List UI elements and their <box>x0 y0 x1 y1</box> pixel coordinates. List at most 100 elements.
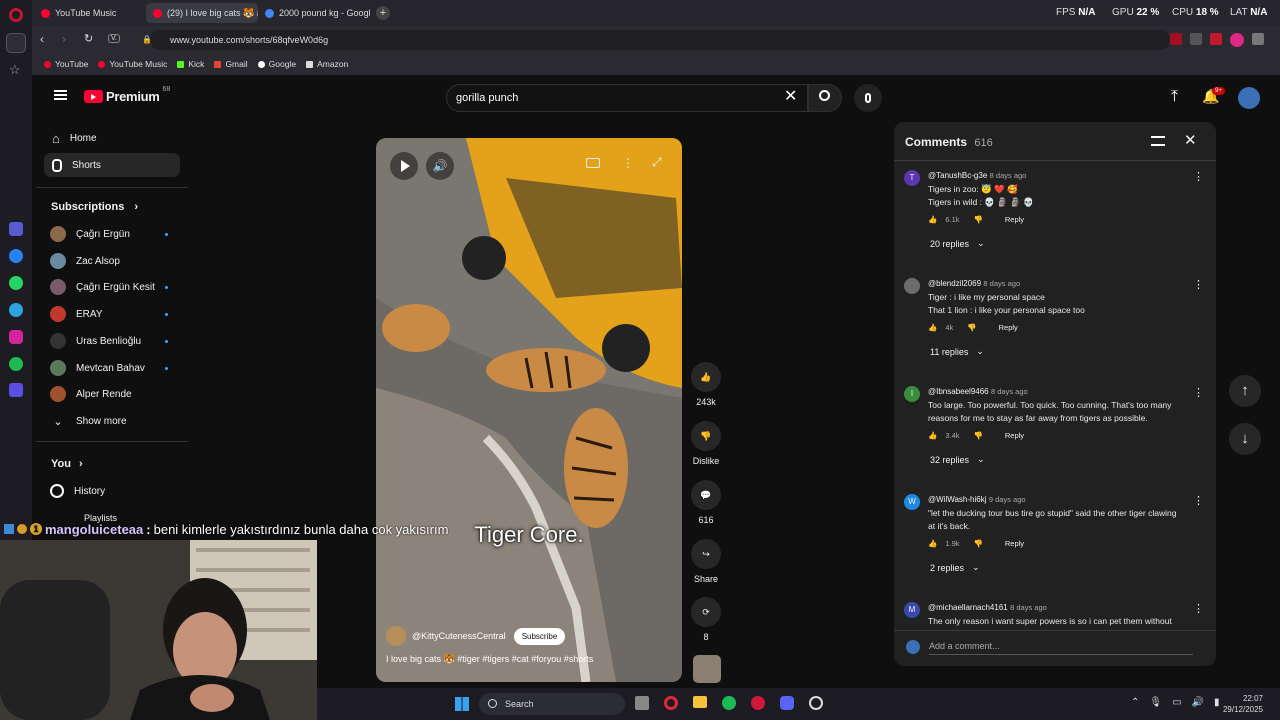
thumbs-up-icon[interactable]: 👍 <box>928 431 937 440</box>
scroll-up-button[interactable]: ↑ <box>1229 375 1261 407</box>
comment-avatar[interactable]: T <box>904 170 920 186</box>
upload-icon[interactable]: ⤒ <box>1171 88 1178 106</box>
thumbs-up-icon[interactable]: 👍 <box>928 215 937 224</box>
replies-toggle[interactable]: 32 replies ⌄ <box>930 454 1204 465</box>
reply-button[interactable]: Reply <box>1005 215 1024 224</box>
discord-icon[interactable] <box>780 696 794 710</box>
comment-author[interactable]: @Ibnsabeel9466 <box>928 387 989 396</box>
messenger-icon[interactable] <box>9 249 23 263</box>
comment-menu-icon[interactable]: ⋮ <box>1193 386 1204 440</box>
whatsapp-icon[interactable] <box>9 276 23 290</box>
channel-avatar[interactable] <box>386 626 406 646</box>
bookmark-google[interactable]: Google <box>257 59 296 69</box>
replies-toggle[interactable]: 2 replies ⌄ <box>930 562 1204 573</box>
captions-icon[interactable] <box>586 158 600 168</box>
tab-shorts[interactable]: (29) I love big cats 🐯 #ti <box>146 3 258 23</box>
subscription-item[interactable]: Uras Benlioğlu <box>50 331 180 351</box>
tab-google[interactable]: 2000 pound kg - Google'd <box>258 3 370 23</box>
subscriptions-header[interactable]: Subscriptions › <box>51 201 138 213</box>
url-field[interactable]: 🔒 www.youtube.com/shorts/68qfveW0d6g <box>142 30 1170 50</box>
close-icon[interactable]: ✕ <box>1184 131 1197 149</box>
extensions-icons[interactable] <box>1170 33 1264 47</box>
play-button[interactable] <box>390 152 418 180</box>
add-comment-input[interactable]: Add a comment... <box>929 641 1193 655</box>
comment-menu-icon[interactable]: ⋮ <box>1193 494 1204 548</box>
star-icon[interactable]: ☆ <box>9 62 21 78</box>
player-icon[interactable] <box>9 383 23 397</box>
channel-name[interactable]: @KittyCutenessCentral <box>412 631 506 641</box>
microphone-icon[interactable] <box>854 84 882 112</box>
clock[interactable]: 22:07 29/12/2025 <box>1215 693 1263 715</box>
bookmark-kick[interactable]: Kick <box>177 59 204 69</box>
comment-menu-icon[interactable]: ⋮ <box>1193 602 1204 628</box>
comment-avatar[interactable]: I <box>904 386 920 402</box>
replies-toggle[interactable]: 20 replies ⌄ <box>930 238 1204 249</box>
short-video-player[interactable]: 🔊 ⋮ ⤢ Tiger Core. @KittyCutenessCentral … <box>376 138 682 682</box>
you-header[interactable]: You › <box>51 458 83 470</box>
back-icon[interactable]: ‹ <box>40 32 44 46</box>
sidebar-item-home[interactable]: ⌂ Home <box>44 126 180 150</box>
comment-author[interactable]: @WilWash-hi6kj <box>928 495 987 504</box>
tab-youtube-music[interactable]: YouTube Music <box>34 3 146 23</box>
comment-menu-icon[interactable]: ⋮ <box>1193 278 1204 332</box>
subscription-item[interactable]: Çağrı Ergün Kesit <box>50 277 180 297</box>
search-input[interactable]: gorilla punch <box>446 84 810 112</box>
replies-toggle[interactable]: 11 replies ⌄ <box>930 346 1204 357</box>
share-button[interactable]: ↪ Share <box>690 539 722 584</box>
fullscreen-icon[interactable]: ⤢ <box>652 155 662 170</box>
menu-icon[interactable] <box>54 90 67 100</box>
sidebar-item-history[interactable]: History <box>50 481 180 501</box>
task-view-icon[interactable] <box>635 696 649 710</box>
sort-icon[interactable] <box>1151 136 1165 146</box>
comments-button[interactable]: 💬 616 <box>690 480 722 525</box>
thumbs-down-icon[interactable]: 👎 <box>974 431 983 440</box>
vpn-badge[interactable]: V. <box>108 34 120 43</box>
opera-logo-icon[interactable] <box>9 8 23 22</box>
comment-author[interactable]: @TanushBc-g3e <box>928 171 987 180</box>
spotify-icon[interactable] <box>722 696 736 710</box>
opera-icon[interactable] <box>664 696 678 710</box>
subscribe-button[interactable]: Subscribe <box>513 627 566 645</box>
thumbs-up-icon[interactable]: 👍 <box>928 323 937 332</box>
forward-icon[interactable]: › <box>62 32 66 46</box>
bookmark-youtube-music[interactable]: YouTube Music <box>98 59 167 69</box>
remix-button[interactable]: ⟳ 8 <box>690 597 722 642</box>
comment-avatar[interactable] <box>904 278 920 294</box>
file-explorer-icon[interactable] <box>693 696 707 708</box>
account-avatar[interactable] <box>1238 87 1260 109</box>
thumbs-up-icon[interactable]: 👍 <box>928 539 937 548</box>
windows-start-icon[interactable] <box>455 697 469 711</box>
telegram-icon[interactable] <box>9 303 23 317</box>
thumbs-down-icon[interactable]: 👎 <box>974 215 983 224</box>
yt-logo[interactable]: Premium 68 <box>84 86 170 104</box>
sound-thumbnail[interactable] <box>693 655 721 683</box>
comment-author[interactable]: @michaellarnach4161 <box>928 603 1008 612</box>
home-icon[interactable] <box>6 33 26 53</box>
taskbar-apps[interactable] <box>635 696 823 710</box>
subscription-item[interactable]: Zac Alsop <box>50 251 180 271</box>
system-tray[interactable]: ⌃ 🎙 ▭ 🔊 ▮ <box>1131 697 1220 708</box>
volume-button[interactable]: 🔊 <box>426 152 454 180</box>
comment-author[interactable]: @blendzil2069 <box>928 279 981 288</box>
reload-icon[interactable]: ↻ <box>84 32 93 45</box>
subscription-item[interactable]: Çağrı Ergün <box>50 224 180 244</box>
more-options-icon[interactable]: ⋮ <box>622 156 634 170</box>
reply-button[interactable]: Reply <box>1005 539 1024 548</box>
subscription-item[interactable]: Mevtcan Bahav <box>50 358 180 378</box>
scroll-down-button[interactable]: ↓ <box>1229 423 1261 455</box>
bookmark-gmail[interactable]: Gmail <box>214 59 248 69</box>
clear-search-icon[interactable]: ✕ <box>784 86 797 106</box>
like-button[interactable]: 👍 243k <box>690 362 722 407</box>
aria-icon[interactable] <box>9 222 23 236</box>
instagram-icon[interactable] <box>9 330 23 344</box>
new-tab-button[interactable]: + <box>376 6 390 20</box>
dislike-button[interactable]: 👎 Dislike <box>690 421 722 466</box>
comment-avatar[interactable]: M <box>904 602 920 618</box>
bookmark-amazon[interactable]: Amazon <box>306 59 348 69</box>
show-more-button[interactable]: ⌄ Show more <box>50 411 180 431</box>
bookmark-youtube[interactable]: YouTube <box>44 59 88 69</box>
thumbs-down-icon[interactable]: 👎 <box>974 539 983 548</box>
taskbar-search[interactable]: Search <box>479 693 625 715</box>
subscription-item[interactable]: Alper Rende <box>50 384 180 404</box>
reply-button[interactable]: Reply <box>1005 431 1024 440</box>
